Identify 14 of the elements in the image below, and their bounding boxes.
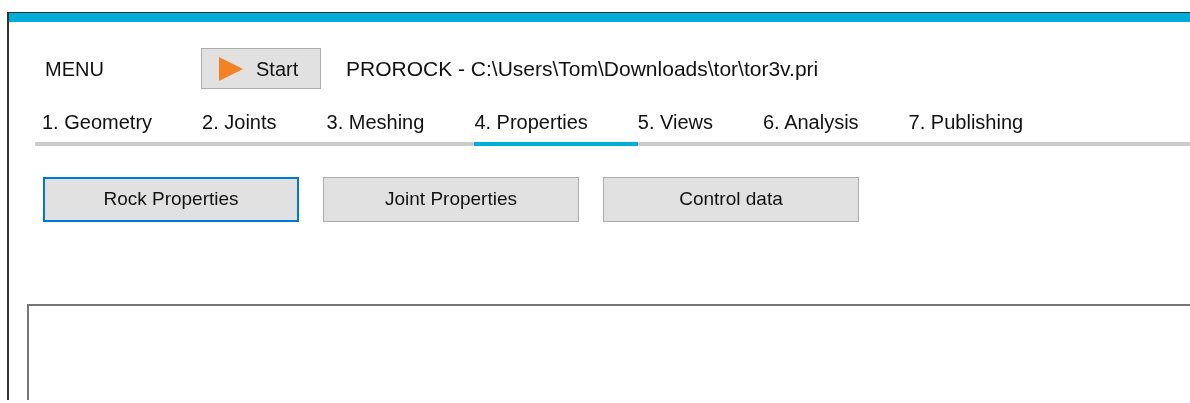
tab[interactable]: 1. Geometry	[42, 107, 203, 146]
tab[interactable]: 7. Publishing	[908, 107, 1074, 146]
properties-button[interactable]: Control data	[603, 177, 859, 222]
tab[interactable]: 4. Properties	[474, 107, 638, 146]
start-button[interactable]: Start	[201, 48, 321, 89]
tab[interactable]: 5. Views	[637, 107, 763, 146]
play-icon	[218, 55, 244, 82]
menu-label[interactable]: MENU	[45, 53, 201, 84]
properties-button[interactable]: Joint Properties	[323, 177, 579, 222]
tab[interactable]: 3. Meshing	[326, 107, 475, 146]
tab[interactable]: 6. Analysis	[763, 107, 909, 146]
window-title: PROROCK - C:\Users\Tom\Downloads\tor\tor3v.pri	[346, 55, 819, 82]
tab[interactable]: 2. Joints	[202, 107, 327, 146]
properties-button[interactable]: Rock Properties	[43, 177, 299, 222]
